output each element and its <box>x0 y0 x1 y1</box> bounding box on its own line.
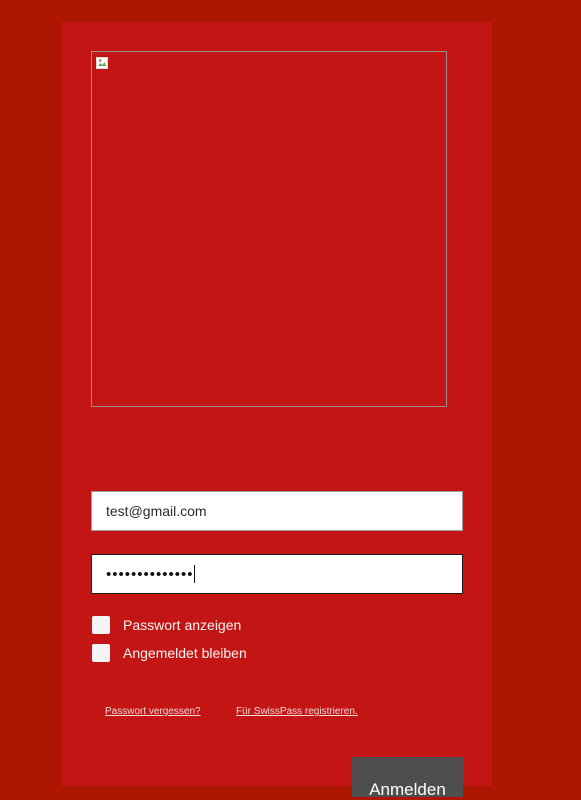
email-field[interactable]: test@gmail.com <box>91 491 463 531</box>
broken-image-icon <box>96 57 108 69</box>
forgot-password-link[interactable]: Passwort vergessen? <box>105 706 201 717</box>
login-button[interactable]: Anmelden <box>352 757 463 799</box>
logo-image-placeholder <box>91 51 447 407</box>
stay-logged-in-option[interactable]: Angemeldet bleiben <box>92 644 247 662</box>
stay-logged-in-label[interactable]: Angemeldet bleiben <box>123 645 247 661</box>
show-password-label[interactable]: Passwort anzeigen <box>123 617 241 633</box>
password-field[interactable]: •••••••••••••• <box>91 554 463 594</box>
show-password-option[interactable]: Passwort anzeigen <box>92 616 241 634</box>
stay-logged-in-checkbox[interactable] <box>92 644 110 662</box>
email-field-value: test@gmail.com <box>106 503 207 519</box>
show-password-checkbox[interactable] <box>92 616 110 634</box>
text-caret <box>193 565 195 583</box>
password-field-value: •••••••••••••• <box>106 565 194 583</box>
login-panel: test@gmail.com •••••••••••••• Passwort a… <box>62 22 492 799</box>
login-button-label: Anmelden <box>369 780 446 799</box>
register-link[interactable]: Für SwissPass registrieren. <box>236 706 358 717</box>
